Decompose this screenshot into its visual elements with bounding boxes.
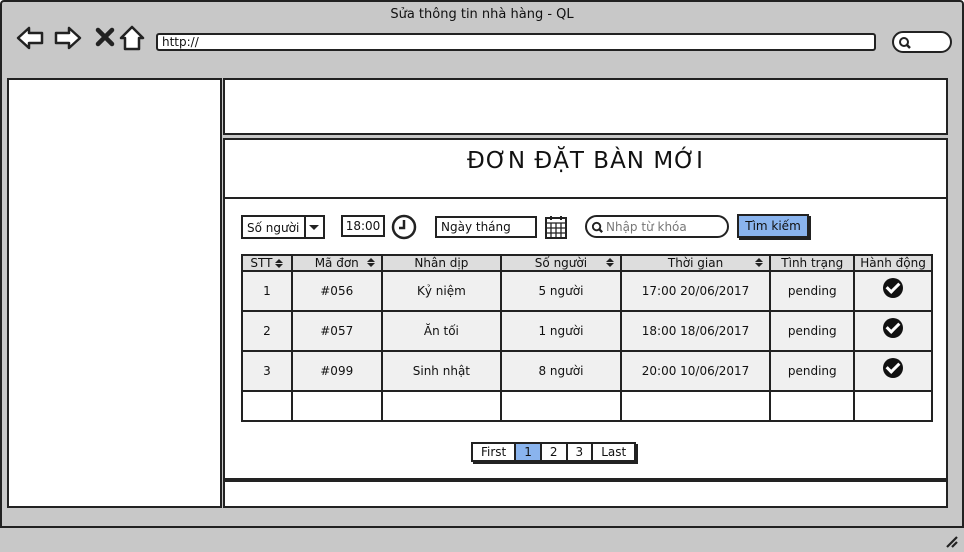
time-input[interactable]: 18:00 — [341, 215, 385, 237]
page-2[interactable]: 2 — [542, 444, 568, 460]
search-icon — [591, 221, 603, 233]
page-title: ĐƠN ĐẶT BÀN MỚI — [467, 148, 704, 174]
col-people[interactable]: Số người — [500, 254, 622, 272]
sort-icon[interactable] — [367, 258, 375, 267]
window-title: Sửa thông tin nhà hàng - QL — [390, 7, 574, 22]
cell-people: 8 người — [500, 350, 622, 392]
divider — [225, 197, 946, 199]
col-code[interactable]: Mã đơn — [290, 254, 383, 272]
cell-action — [853, 310, 933, 352]
search-button[interactable]: Tìm kiếm — [737, 214, 809, 238]
sort-icon[interactable] — [606, 258, 614, 267]
calendar-icon[interactable] — [545, 215, 567, 239]
cell-status: pending — [769, 310, 856, 352]
cell-people: 1 người — [500, 310, 622, 352]
sidebar — [7, 78, 222, 508]
table-header-row: STT Mã đơn Nhân dịp Số người Thời gian T… — [241, 254, 933, 272]
date-input[interactable]: Ngày tháng — [435, 216, 537, 238]
cell-code: #057 — [290, 310, 383, 352]
search-icon — [899, 37, 911, 49]
table-row: 3 #099 Sinh nhật 8 người 20:00 10/06/201… — [241, 350, 933, 392]
cell-action — [853, 270, 933, 312]
col-occasion: Nhân dịp — [380, 254, 503, 272]
cell-stt: 3 — [241, 350, 293, 392]
cell-stt: 2 — [241, 310, 293, 352]
close-icon[interactable] — [92, 24, 120, 52]
footer-panel — [223, 480, 948, 508]
cell-stt: 1 — [241, 270, 293, 312]
page-last[interactable]: Last — [593, 444, 634, 460]
cell-time: 17:00 20/06/2017 — [619, 270, 772, 312]
col-stt[interactable]: STT — [241, 254, 293, 272]
cell-status: pending — [769, 350, 856, 392]
cell-status: pending — [769, 270, 856, 312]
people-select-label: Số người — [247, 221, 300, 235]
cell-occasion: Kỷ niệm — [380, 270, 503, 312]
url-input[interactable]: http:// — [156, 33, 876, 51]
people-select[interactable]: Số người — [241, 215, 325, 239]
sort-icon[interactable] — [275, 259, 283, 268]
check-circle-icon[interactable] — [883, 358, 904, 379]
browser-search[interactable] — [892, 31, 952, 53]
cell-action — [853, 350, 933, 392]
clock-icon[interactable] — [391, 214, 417, 240]
col-time[interactable]: Thời gian — [619, 254, 772, 272]
resize-grip-icon[interactable] — [944, 534, 958, 548]
status-bar — [0, 526, 964, 552]
check-circle-icon[interactable] — [883, 318, 904, 339]
pagination: First 1 2 3 Last — [471, 442, 637, 462]
arrow-left-icon[interactable] — [16, 24, 44, 52]
col-status: Tình trạng — [769, 254, 856, 272]
page-first[interactable]: First — [473, 444, 517, 460]
cell-time: 18:00 18/06/2017 — [619, 310, 772, 352]
cell-code: #056 — [290, 270, 383, 312]
orders-table: STT Mã đơn Nhân dịp Số người Thời gian T… — [241, 254, 933, 422]
table-row-empty — [241, 390, 933, 422]
page-1[interactable]: 1 — [516, 444, 542, 460]
main-panel: ĐƠN ĐẶT BÀN MỚI Số người 18:00 Ngày thán… — [223, 138, 948, 480]
keyword-input[interactable]: Nhập từ khóa — [585, 215, 729, 238]
arrow-right-icon[interactable] — [54, 24, 82, 52]
header-panel — [223, 78, 948, 135]
page-3[interactable]: 3 — [568, 444, 594, 460]
cell-occasion: Sinh nhật — [380, 350, 503, 392]
home-icon[interactable] — [118, 24, 146, 52]
check-circle-icon[interactable] — [883, 278, 904, 299]
cell-time: 20:00 10/06/2017 — [619, 350, 772, 392]
table-row: 2 #057 Ăn tối 1 người 18:00 18/06/2017 p… — [241, 310, 933, 352]
cell-occasion: Ăn tối — [380, 310, 503, 352]
chevron-down-icon[interactable] — [304, 217, 323, 237]
col-action: Hành động — [853, 254, 933, 272]
sort-icon[interactable] — [755, 258, 763, 267]
cell-code: #099 — [290, 350, 383, 392]
cell-people: 5 người — [500, 270, 622, 312]
table-row: 1 #056 Kỷ niệm 5 người 17:00 20/06/2017 … — [241, 270, 933, 312]
keyword-placeholder: Nhập từ khóa — [606, 220, 687, 234]
